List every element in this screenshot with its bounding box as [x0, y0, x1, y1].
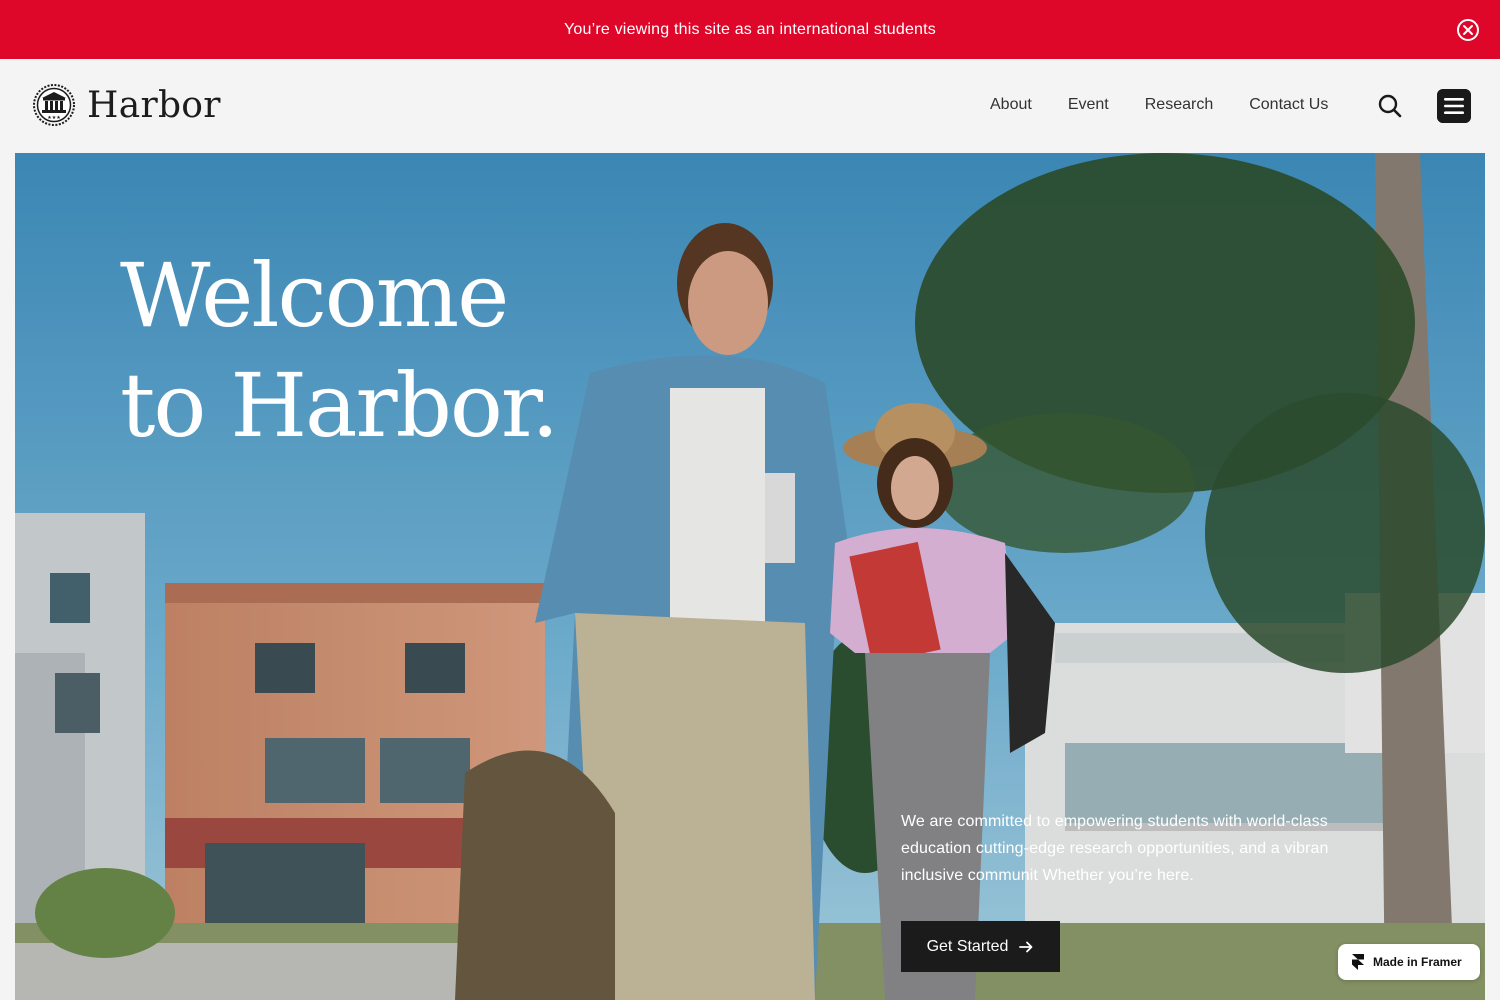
- hamburger-menu-icon[interactable]: [1437, 89, 1471, 123]
- svg-text:★★★: ★★★: [47, 115, 61, 121]
- nav-link-event[interactable]: Event: [1068, 96, 1109, 114]
- logo-text: Harbor: [87, 84, 221, 126]
- navbar: ★★★ Harbor About Event Research Contact …: [0, 59, 1500, 153]
- hero-section: Welcome to Harbor. We are committed to e…: [15, 153, 1485, 1000]
- get-started-button[interactable]: Get Started: [901, 921, 1060, 972]
- nav-link-research[interactable]: Research: [1145, 96, 1213, 114]
- arrow-right-icon: [1019, 941, 1033, 952]
- close-circle-icon[interactable]: [1456, 18, 1480, 42]
- nav-link-about[interactable]: About: [990, 96, 1032, 114]
- university-building-icon: ★★★: [33, 84, 75, 126]
- get-started-label: Get Started: [926, 937, 1009, 955]
- announcement-banner: You’re viewing this site as an internati…: [0, 0, 1500, 59]
- banner-text: You’re viewing this site as an internati…: [563, 20, 936, 38]
- search-icon[interactable]: [1377, 93, 1403, 119]
- hero-title: Welcome to Harbor.: [120, 241, 559, 461]
- framer-logo-icon: [1352, 954, 1364, 970]
- main-nav: About Event Research Contact Us: [990, 96, 1364, 114]
- made-in-framer-badge[interactable]: Made in Framer: [1338, 944, 1480, 980]
- hero-description: We are committed to empowering students …: [901, 813, 1329, 884]
- nav-link-contact-us[interactable]: Contact Us: [1249, 96, 1328, 114]
- hero-title-line1: Welcome: [120, 244, 509, 347]
- logo[interactable]: ★★★ Harbor: [29, 83, 221, 127]
- framer-badge-label: Made in Framer: [1373, 955, 1462, 969]
- hero-title-line2: to Harbor.: [120, 354, 559, 457]
